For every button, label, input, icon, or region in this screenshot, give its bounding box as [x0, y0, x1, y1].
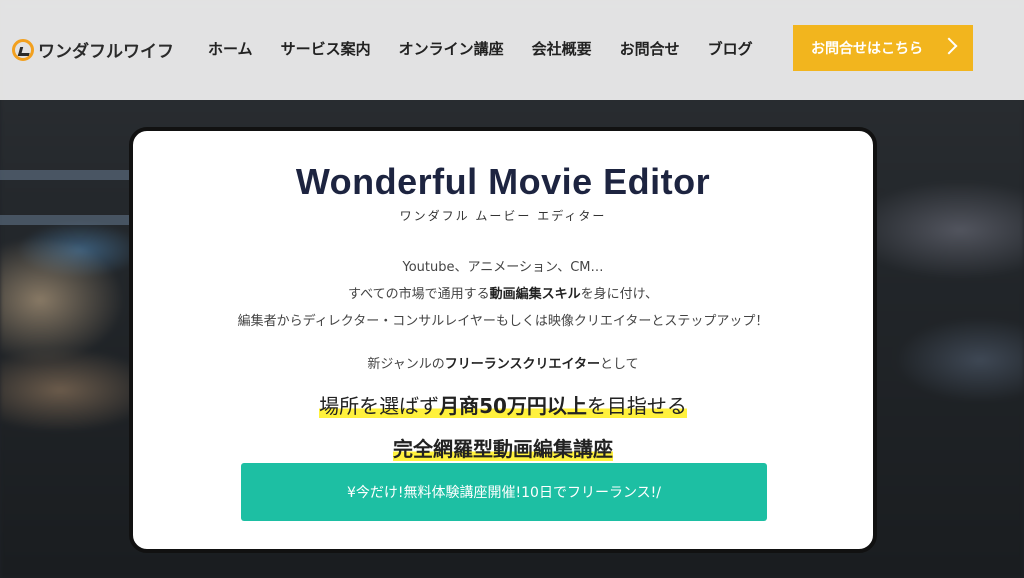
nav-item-online-course[interactable]: オンライン講座	[399, 38, 504, 59]
chevron-right-icon	[940, 37, 958, 55]
hero-description: Youtube、アニメーション、CM… すべての市場で通用する動画編集スキルを身…	[133, 254, 873, 335]
hero-headline-2: 完全網羅型動画編集講座	[133, 433, 873, 462]
nav-item-blog[interactable]: ブログ	[708, 38, 753, 59]
logo-w-icon	[12, 38, 34, 61]
hero-headline-1: 場所を選ばず月商50万円以上を目指せる	[133, 390, 873, 419]
logo-text: ワンダフルワイフ	[38, 42, 174, 62]
hero-subtitle: ワンダフル ムービー エディター	[399, 209, 607, 223]
desc-line-3: 編集者からディレクター・コンサルレイヤーもしくは映像クリエイターとステップアップ…	[237, 314, 769, 329]
desc-line-2-bold: 動画編集スキル	[489, 287, 581, 302]
headline-1-bold: 月商50万円以上	[439, 394, 587, 418]
main-nav: ホーム サービス案内 オンライン講座 会社概要 お問合せ ブログ	[208, 38, 753, 59]
desc-line-2: すべての市場で通用する動画編集スキルを身に付け、	[133, 281, 873, 308]
nav-item-company[interactable]: 会社概要	[532, 38, 592, 59]
free-trial-button[interactable]: ¥今だけ!無料体験講座開催!10日でフリーランス!/	[241, 463, 767, 521]
lead-bold: フリーランスクリエイター	[444, 357, 600, 372]
headline-1-post: を目指せる	[586, 394, 687, 418]
headline-2-text: 完全網羅型動画編集講座	[393, 437, 613, 461]
nav-item-services[interactable]: サービス案内	[281, 38, 371, 59]
background-decoration	[0, 170, 130, 180]
hero-title: Wonderful Movie Editor	[295, 161, 711, 202]
nav-item-contact[interactable]: お問合せ	[620, 38, 680, 59]
hero-lead: 新ジャンルのフリーランスクリエイターとして	[133, 353, 873, 372]
headline-1-pre: 場所を選ばず	[319, 394, 440, 418]
headline-1-highlight: 場所を選ばず月商50万円以上を目指せる	[319, 394, 687, 418]
desc-line-2-pre: すべての市場で通用する	[348, 287, 490, 302]
hero-card: Wonderful Movie Editor ワンダフル ムービー エディター …	[129, 127, 877, 553]
contact-button-label: お問合せはこちら	[811, 41, 923, 57]
site-header: ワンダフルワイフ ホーム サービス案内 オンライン講座 会社概要 お問合せ ブロ…	[0, 0, 1024, 100]
lead-pre: 新ジャンルの	[367, 357, 445, 372]
logo[interactable]: ワンダフルワイフ	[12, 37, 174, 62]
desc-line-1: Youtube、アニメーション、CM…	[402, 260, 604, 275]
background-decoration	[0, 215, 130, 225]
desc-line-2-post: を身に付け、	[580, 287, 658, 302]
lead-post: として	[599, 357, 639, 372]
nav-item-home[interactable]: ホーム	[208, 38, 253, 59]
free-trial-button-label: ¥今だけ!無料体験講座開催!10日でフリーランス!/	[347, 485, 661, 501]
contact-button[interactable]: お問合せはこちら	[793, 25, 973, 71]
